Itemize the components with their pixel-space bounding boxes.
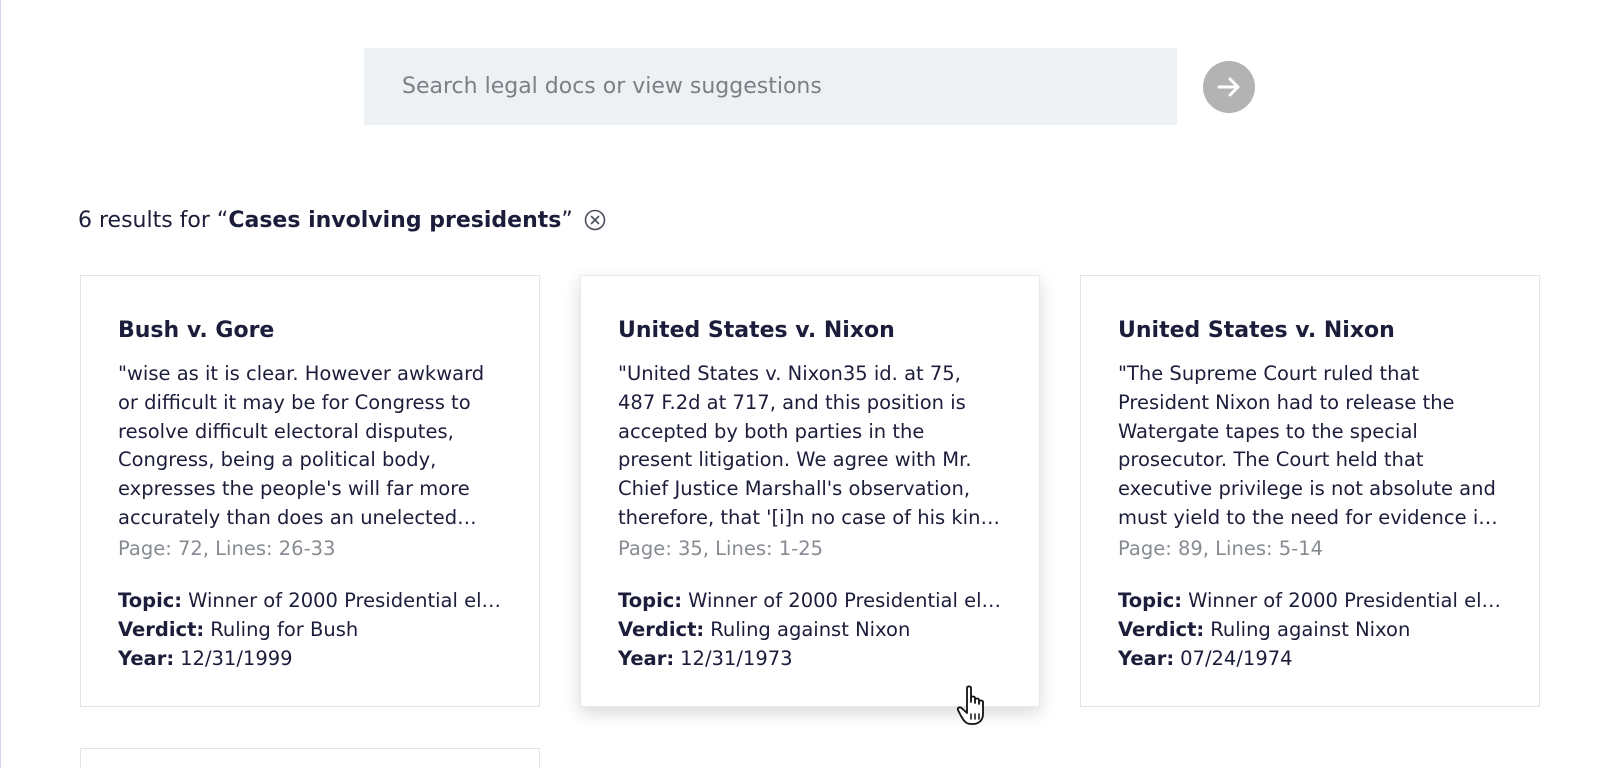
meta-topic-label: Topic: [1118, 589, 1183, 612]
meta-topic: Topic:Winner of 2000 Presidential electi… [1118, 587, 1502, 616]
meta-topic-label: Topic: [118, 589, 183, 612]
result-card[interactable]: United States v. Nixon "United States v.… [580, 275, 1040, 707]
card-title: United States v. Nixon [618, 318, 895, 343]
meta-verdict: Verdict: Ruling against Nixon [1118, 616, 1502, 645]
card-excerpt: "The Supreme Court ruled that President … [1118, 362, 1496, 529]
meta-topic-value: Winner of 2000 Presidential election [1188, 589, 1502, 612]
meta-year-label: Year: [118, 646, 175, 670]
meta-verdict-value: Ruling against Nixon [1210, 617, 1411, 641]
meta-topic-value: Winner of 2000 Presidential election [188, 589, 502, 612]
result-card[interactable]: United States v. Nixon "The Supreme Cour… [1080, 275, 1540, 707]
meta-verdict-label: Verdict: [618, 617, 705, 641]
search-results-page: 6 results for “Cases involving president… [0, 0, 1605, 768]
meta-verdict: Verdict: Ruling for Bush [118, 616, 502, 645]
result-card-partial[interactable] [80, 748, 540, 768]
arrow-right-icon [1217, 77, 1240, 97]
meta-topic: Topic:Winner of 2000 Presidential electi… [618, 587, 1002, 616]
meta-verdict-label: Verdict: [1118, 617, 1205, 641]
meta-verdict-label: Verdict: [118, 617, 205, 641]
result-card[interactable]: Bush v. Gore "wise as it is clear. Howev… [80, 275, 540, 707]
card-excerpt: "United States v. Nixon35 id. at 75, 487… [618, 362, 993, 529]
meta-verdict-value: Ruling against Nixon [710, 617, 911, 641]
card-meta: Topic:Winner of 2000 Presidential electi… [1118, 587, 1502, 673]
results-count-text: 6 results for “ [78, 207, 229, 233]
results-close-quote: ” [561, 207, 573, 233]
card-meta: Topic:Winner of 2000 Presidential electi… [118, 587, 502, 673]
meta-year-value: 07/24/1974 [1180, 646, 1293, 670]
card-location: Page: 72, Lines: 26-33 [118, 537, 336, 560]
meta-year-value: 12/31/1973 [680, 646, 793, 670]
meta-topic-label: Topic: [618, 589, 683, 612]
search-input[interactable] [364, 48, 1177, 125]
meta-year-label: Year: [1118, 646, 1175, 670]
circle-x-icon [584, 209, 606, 231]
meta-verdict-value: Ruling for Bush [210, 617, 359, 641]
meta-year: Year: 12/31/1973 [618, 645, 1002, 674]
meta-year-value: 12/31/1999 [180, 646, 293, 670]
meta-year-label: Year: [618, 646, 675, 670]
search-submit-button[interactable] [1203, 61, 1255, 113]
meta-topic: Topic:Winner of 2000 Presidential electi… [118, 587, 502, 616]
card-title: United States v. Nixon [1118, 318, 1395, 343]
meta-verdict: Verdict: Ruling against Nixon [618, 616, 1002, 645]
clear-query-button[interactable] [583, 208, 607, 232]
meta-year: Year: 07/24/1974 [1118, 645, 1502, 674]
card-location: Page: 89, Lines: 5-14 [1118, 537, 1324, 560]
meta-year: Year: 12/31/1999 [118, 645, 502, 674]
results-summary: 6 results for “Cases involving president… [78, 203, 607, 237]
card-title: Bush v. Gore [118, 318, 275, 343]
results-query: Cases involving presidents [228, 207, 562, 233]
card-excerpt: "wise as it is clear. However awkward or… [118, 362, 485, 529]
card-location: Page: 35, Lines: 1-25 [618, 537, 824, 560]
card-meta: Topic:Winner of 2000 Presidential electi… [618, 587, 1002, 673]
meta-topic-value: Winner of 2000 Presidential election [688, 589, 1002, 612]
